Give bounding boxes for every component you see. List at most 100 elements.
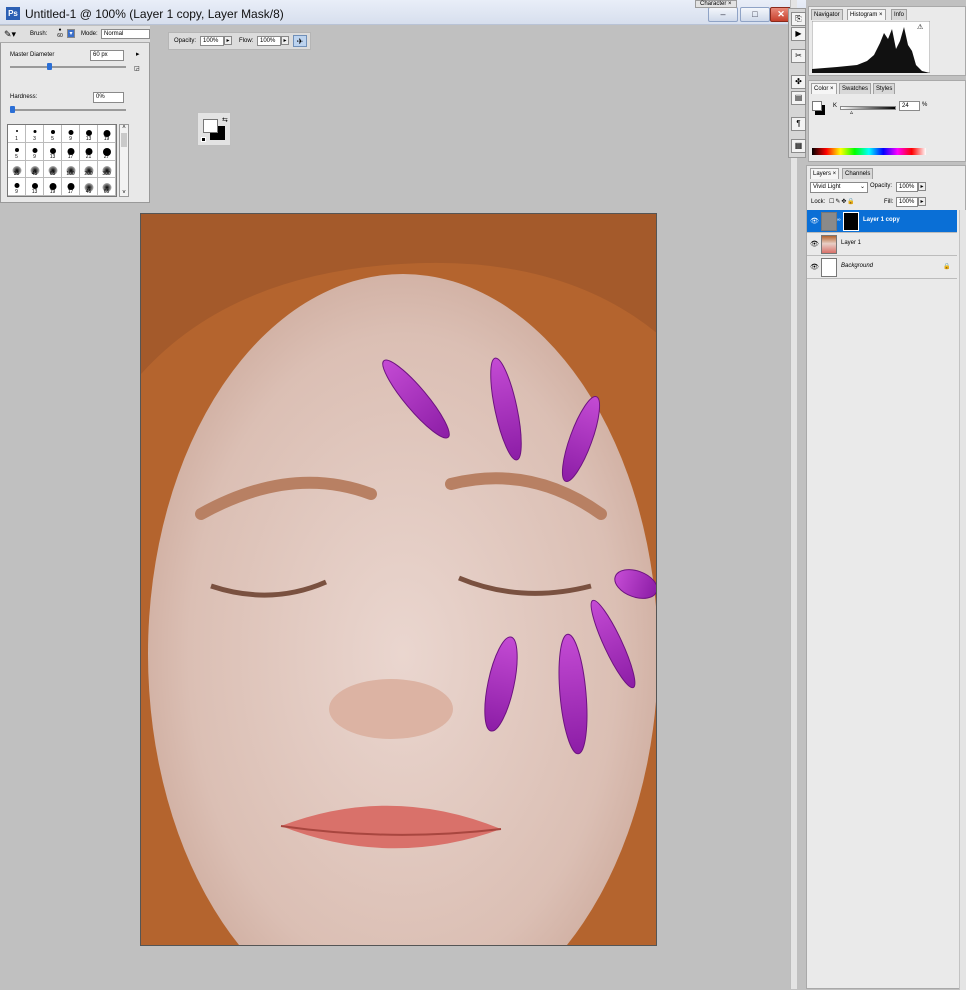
brush-preset-cell[interactable]: 17 <box>62 178 80 196</box>
brush-preset-cell[interactable]: 45 <box>80 178 98 196</box>
tab-layers[interactable]: Layers × <box>810 168 840 179</box>
tab-swatches-label: Swatches <box>842 86 869 92</box>
brush-preset-cell[interactable]: 65 <box>44 160 62 179</box>
tab-swatches[interactable]: Swatches <box>839 83 872 94</box>
character-panel-tab[interactable]: Character × <box>695 0 737 8</box>
layer-opacity-input[interactable]: 100% <box>896 182 918 192</box>
default-colors-icon[interactable] <box>201 137 206 142</box>
layer-row-layer-1[interactable]: 👁 Layer 1 <box>807 233 957 256</box>
layers-scrollbar[interactable] <box>959 210 966 990</box>
brush-size-label: 35 <box>13 171 20 178</box>
opacity-arrow-icon[interactable]: ▸ <box>224 36 232 45</box>
brush-preset-cell[interactable]: 27 <box>98 142 116 161</box>
character-tab-label: Character <box>700 1 727 7</box>
eye-icon[interactable]: 👁 <box>810 217 819 225</box>
master-diameter-input[interactable]: 60 px <box>90 50 124 61</box>
history-icon[interactable]: ⎘ <box>791 12 806 26</box>
tab-histogram[interactable]: Histogram × <box>847 9 886 20</box>
tab-channels[interactable]: Channels <box>842 168 874 179</box>
brush-preset-cell[interactable]: 17 <box>62 142 80 161</box>
actions-icon[interactable]: ▶ <box>791 27 806 41</box>
airbrush-icon[interactable]: ✈ <box>293 35 307 47</box>
brush-tip-icon <box>32 147 37 153</box>
brush-preset-cell[interactable]: 35 <box>8 160 26 179</box>
tab-info[interactable]: Info <box>891 9 908 20</box>
brush-tool-icon[interactable]: ✎▾ <box>4 29 16 40</box>
document-canvas[interactable] <box>140 213 657 946</box>
hardness-slider[interactable] <box>10 106 126 113</box>
scrollbar-thumb[interactable] <box>121 133 127 147</box>
scroll-up-icon[interactable]: ˄ <box>120 125 128 131</box>
brush-list-scrollbar[interactable]: ˄ ˅ <box>119 124 129 197</box>
brush-preset-cell[interactable]: 65 <box>98 178 116 196</box>
brush-preset-cell[interactable]: 21 <box>80 142 98 161</box>
mode-select[interactable]: Normal <box>101 29 150 39</box>
notes-icon[interactable]: ▦ <box>791 139 806 153</box>
scroll-down-icon[interactable]: ˅ <box>120 190 128 196</box>
brush-preset-cell[interactable]: 9 <box>8 178 26 196</box>
master-diameter-slider-thumb[interactable] <box>46 63 52 70</box>
chevron-down-icon: ⌄ <box>859 184 865 190</box>
brush-preset-cell[interactable]: 3 <box>26 125 44 143</box>
color-ramp[interactable] <box>812 148 926 155</box>
brush-preset-cell[interactable]: 19 <box>98 125 116 143</box>
tab-styles[interactable]: Styles <box>873 83 896 94</box>
brush-preset-cell[interactable]: 13 <box>80 125 98 143</box>
blend-mode-select[interactable]: Vivid Light ⌄ <box>810 182 868 193</box>
brush-preset-cell[interactable]: 19 <box>44 178 62 196</box>
layer-row-background[interactable]: 👁 Background 🔒 <box>807 256 957 279</box>
swap-colors-icon[interactable]: ⇆ <box>222 116 228 124</box>
color-swatch-chip[interactable]: ⇆ <box>197 112 231 146</box>
flow-arrow-icon[interactable]: ▸ <box>281 36 289 45</box>
foreground-color-swatch[interactable] <box>203 119 218 133</box>
brush-preset-cell[interactable]: 5 <box>8 142 26 161</box>
brush-size-label: 5 <box>51 135 54 142</box>
brush-size-label: 9 <box>69 135 72 142</box>
hardness-input[interactable]: 0% <box>93 92 124 103</box>
brush-size-label: 9 <box>33 153 36 160</box>
k-slider-thumb[interactable]: ▵ <box>850 109 853 116</box>
opacity-input[interactable]: 100% <box>200 36 224 46</box>
brush-preset-cell[interactable]: 9 <box>62 125 80 143</box>
layer-mask-thumbnail[interactable] <box>843 212 859 231</box>
brush-preset-cell[interactable]: 45 <box>26 160 44 179</box>
paragraph-icon[interactable]: ¶ <box>791 117 806 131</box>
brush-preset-cell[interactable]: 13 <box>26 178 44 196</box>
lock-icons[interactable]: ☐✎✥🔒 <box>829 198 856 205</box>
brush-preset-cell[interactable]: 100 <box>62 160 80 179</box>
brush-preset-picker[interactable]: ● 60 <box>56 27 64 39</box>
brushes-icon[interactable]: ✤ <box>791 75 806 89</box>
minimize-button[interactable]: – <box>708 7 738 22</box>
eye-icon[interactable]: 👁 <box>810 240 819 248</box>
k-value-input[interactable]: 24 <box>899 101 920 111</box>
maximize-button[interactable]: □ <box>740 7 770 22</box>
brush-preset-cell[interactable]: 9 <box>26 142 44 161</box>
eye-icon[interactable]: 👁 <box>810 263 819 271</box>
brush-size-label: 45 <box>85 189 92 195</box>
fill-arrow-icon[interactable]: ▸ <box>918 197 926 206</box>
layer-row-layer-1-copy[interactable]: 👁 ∞ Layer 1 copy <box>807 210 957 233</box>
panel-menu-arrow-icon[interactable]: ▸ <box>136 50 140 58</box>
brush-size-label: 17 <box>67 189 74 195</box>
layer-opacity-arrow-icon[interactable]: ▸ <box>918 182 926 191</box>
color-fg-swatch[interactable] <box>812 101 822 111</box>
tab-color[interactable]: Color × <box>811 83 837 94</box>
brush-picker-arrow-icon[interactable]: ▾ <box>67 29 75 38</box>
brush-preset-cell[interactable]: 300 <box>98 160 116 179</box>
clone-source-icon[interactable]: ▤ <box>791 91 806 105</box>
k-slider[interactable] <box>840 106 896 110</box>
brush-preset-cell[interactable]: 13 <box>44 142 62 161</box>
brush-preset-cell[interactable]: 1 <box>8 125 26 143</box>
hardness-label: Hardness: <box>10 94 38 100</box>
brush-size-label: 60 <box>57 33 63 39</box>
brush-preset-cell[interactable]: 200 <box>80 160 98 179</box>
save-preset-icon[interactable]: ◲ <box>134 65 140 72</box>
flow-input[interactable]: 100% <box>257 36 281 46</box>
tool-presets-icon[interactable]: ✂ <box>791 49 806 63</box>
tab-navigator[interactable]: Navigator <box>811 9 843 20</box>
brush-preset-cell[interactable]: 5 <box>44 125 62 143</box>
master-diameter-slider[interactable] <box>10 63 126 70</box>
fill-input[interactable]: 100% <box>896 197 918 207</box>
link-icon[interactable]: ∞ <box>837 217 841 223</box>
hardness-slider-thumb[interactable] <box>10 106 15 113</box>
